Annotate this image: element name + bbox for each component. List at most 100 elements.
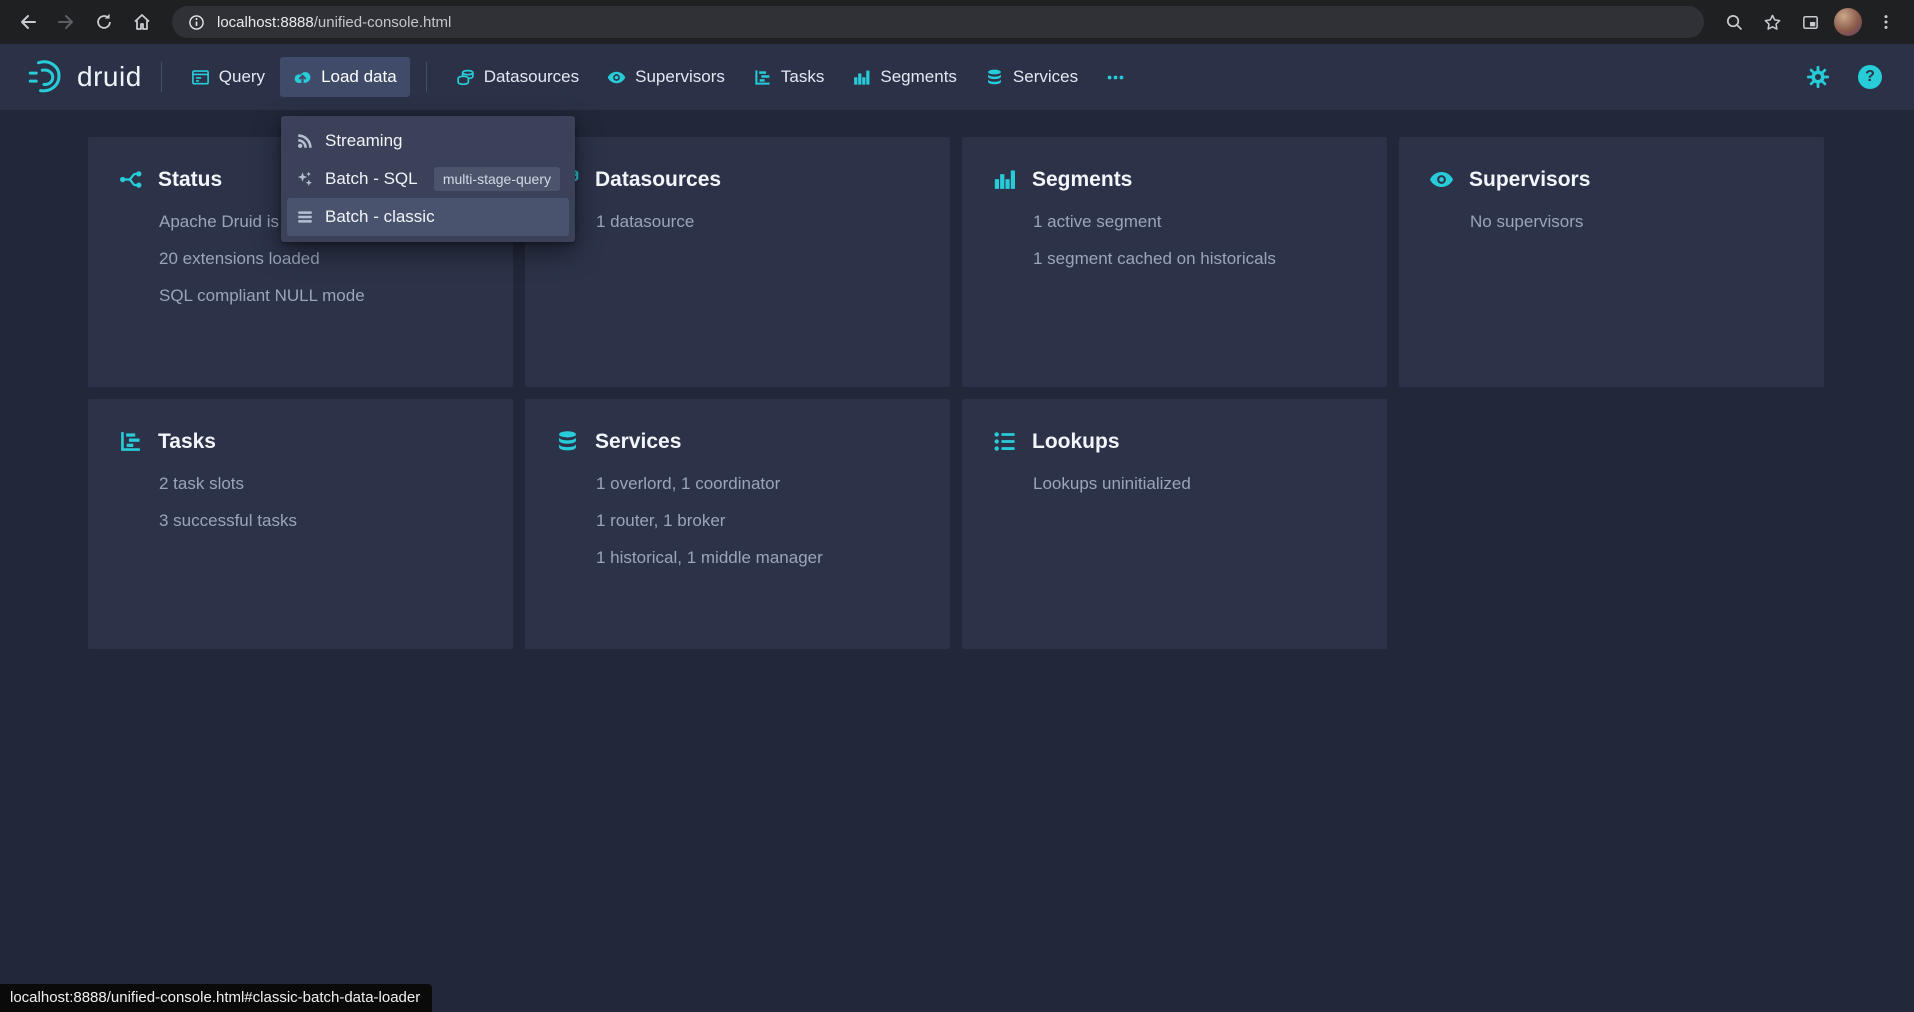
nav-label: Datasources xyxy=(484,67,579,87)
list-icon xyxy=(296,208,314,226)
kebab-menu-icon xyxy=(1877,13,1895,31)
nav-datasources[interactable]: Datasources xyxy=(443,57,592,97)
card-line: No supervisors xyxy=(1470,212,1794,232)
database-icon xyxy=(555,429,580,454)
card-line: 3 successful tasks xyxy=(159,511,483,531)
extensions-icon xyxy=(1801,13,1820,32)
bookmark-button[interactable] xyxy=(1754,4,1790,40)
help-icon: ? xyxy=(1858,65,1882,89)
card-line: 2 task slots xyxy=(159,474,483,494)
menu-item-label: Batch - SQL xyxy=(325,169,418,189)
info-icon xyxy=(188,14,205,31)
browser-menu-button[interactable] xyxy=(1868,4,1904,40)
card-title: Datasources xyxy=(595,168,721,192)
url-host: localhost:8888 xyxy=(217,14,314,31)
nav-label: Supervisors xyxy=(635,67,725,87)
navbar-right: ? xyxy=(1802,61,1892,93)
card-services[interactable]: Services 1 overlord, 1 coordinator 1 rou… xyxy=(525,399,950,649)
multi-database-icon xyxy=(456,68,475,87)
nav-tasks[interactable]: Tasks xyxy=(740,57,837,97)
reload-button[interactable] xyxy=(86,4,122,40)
card-title: Services xyxy=(595,430,681,454)
card-title: Tasks xyxy=(158,430,216,454)
bar-chart-icon xyxy=(992,167,1017,192)
url-bar[interactable]: localhost:8888/unified-console.html xyxy=(172,6,1704,38)
card-lookups[interactable]: Lookups Lookups uninitialized xyxy=(962,399,1387,649)
gantt-icon xyxy=(753,68,772,87)
sparkle-icon xyxy=(296,170,314,188)
nav-label: Segments xyxy=(880,67,957,87)
menu-item-streaming[interactable]: Streaming xyxy=(287,122,569,160)
load-data-menu: Streaming Batch - SQL multi-stage-query … xyxy=(281,116,575,242)
card-line: 1 datasource xyxy=(596,212,920,232)
url-path: /unified-console.html xyxy=(314,14,452,31)
nav-label: Tasks xyxy=(781,67,824,87)
nav-services[interactable]: Services xyxy=(972,57,1091,97)
card-title: Status xyxy=(158,168,222,192)
nav-segments[interactable]: Segments xyxy=(839,57,970,97)
link-status-tooltip: localhost:8888/unified-console.html#clas… xyxy=(0,984,432,1012)
card-supervisors[interactable]: Supervisors No supervisors xyxy=(1399,137,1824,387)
zoom-button[interactable] xyxy=(1716,4,1752,40)
gear-icon xyxy=(1806,65,1830,89)
nav-more[interactable] xyxy=(1093,58,1138,97)
card-segments[interactable]: Segments 1 active segment 1 segment cach… xyxy=(962,137,1387,387)
eye-icon xyxy=(1429,167,1454,192)
cloud-upload-icon xyxy=(293,68,312,87)
app-navbar: druid Query Load data Datasources Superv… xyxy=(0,44,1914,110)
nav-divider xyxy=(161,62,162,92)
card-tasks[interactable]: Tasks 2 task slots 3 successful tasks xyxy=(88,399,513,649)
settings-button[interactable] xyxy=(1802,61,1834,93)
nav-label: Load data xyxy=(321,67,397,87)
card-title: Segments xyxy=(1032,168,1132,192)
nav-label: Query xyxy=(219,67,265,87)
eye-icon xyxy=(607,68,626,87)
card-line: 1 overlord, 1 coordinator xyxy=(596,474,920,494)
forward-button[interactable] xyxy=(48,4,84,40)
nav-divider xyxy=(426,62,427,92)
card-line: Lookups uninitialized xyxy=(1033,474,1357,494)
database-icon xyxy=(985,68,1004,87)
feed-icon xyxy=(296,132,314,150)
back-button[interactable] xyxy=(10,4,46,40)
back-icon xyxy=(18,12,38,32)
nav-query[interactable]: Query xyxy=(178,57,278,97)
card-line: 1 router, 1 broker xyxy=(596,511,920,531)
menu-item-label: Streaming xyxy=(325,131,402,151)
properties-list-icon xyxy=(992,429,1017,454)
card-title: Supervisors xyxy=(1469,168,1590,192)
card-line: 1 historical, 1 middle manager xyxy=(596,548,920,568)
ellipsis-icon xyxy=(1106,68,1125,87)
druid-logo[interactable]: druid xyxy=(22,57,146,97)
card-title: Lookups xyxy=(1032,430,1120,454)
logo-wordmark: druid xyxy=(77,61,142,93)
home-button[interactable] xyxy=(124,4,160,40)
menu-item-batch-sql[interactable]: Batch - SQL multi-stage-query xyxy=(287,160,569,198)
bar-chart-icon xyxy=(852,68,871,87)
flow-branch-icon xyxy=(118,167,143,192)
msq-badge: multi-stage-query xyxy=(434,167,560,191)
menu-item-label: Batch - classic xyxy=(325,207,435,227)
card-line: 1 segment cached on historicals xyxy=(1033,249,1357,269)
url-text: localhost:8888/unified-console.html xyxy=(217,14,451,31)
home-icon xyxy=(132,12,152,32)
card-line: 1 active segment xyxy=(1033,212,1357,232)
nav-label: Services xyxy=(1013,67,1078,87)
zoom-icon xyxy=(1725,13,1744,32)
extensions-button[interactable] xyxy=(1792,4,1828,40)
nav-load-data[interactable]: Load data xyxy=(280,57,410,97)
help-button[interactable]: ? xyxy=(1854,61,1886,93)
card-line: 20 extensions loaded xyxy=(159,249,483,269)
star-icon xyxy=(1763,13,1782,32)
gantt-icon xyxy=(118,429,143,454)
reload-icon xyxy=(94,12,114,32)
nav-supervisors[interactable]: Supervisors xyxy=(594,57,738,97)
query-icon xyxy=(191,68,210,87)
druid-logo-icon xyxy=(26,57,66,97)
profile-avatar[interactable] xyxy=(1834,8,1862,36)
card-line: SQL compliant NULL mode xyxy=(159,286,483,306)
card-datasources[interactable]: Datasources 1 datasource xyxy=(525,137,950,387)
menu-item-batch-classic[interactable]: Batch - classic xyxy=(287,198,569,236)
status-link-text: localhost:8888/unified-console.html#clas… xyxy=(10,989,420,1006)
forward-icon xyxy=(56,12,76,32)
